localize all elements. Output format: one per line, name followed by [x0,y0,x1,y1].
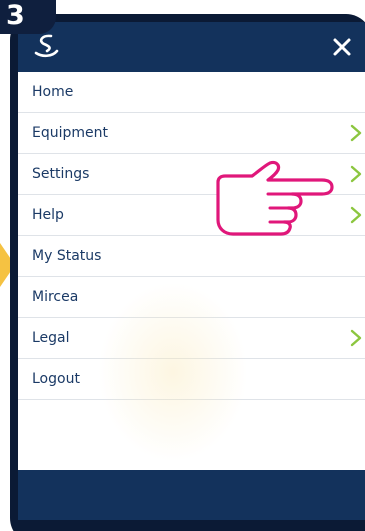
step-number-badge: 3 [0,0,56,34]
pointing-hand-icon [216,160,334,236]
menu-item-label: Legal [32,330,70,346]
menu-item-label: Help [32,207,64,223]
chevron-right-icon [350,206,362,224]
menu-item-mircea[interactable]: Mircea [18,277,365,318]
chevron-right-icon [350,329,362,347]
app-screen: Home Equipment Settings Help My Status M… [18,22,365,520]
menu-item-label: Equipment [32,125,108,141]
close-icon[interactable] [325,30,359,64]
main-menu: Home Equipment Settings Help My Status M… [18,72,365,400]
menu-item-label: Mircea [32,289,79,305]
swirl-logo-icon [34,34,59,58]
menu-item-logout[interactable]: Logout [18,359,365,400]
chevron-right-icon [350,165,362,183]
menu-item-label: Home [32,84,74,100]
menu-item-home[interactable]: Home [18,72,365,113]
tutorial-step: 3 Home Equipment Settings Help My Status… [0,0,365,531]
menu-item-equipment[interactable]: Equipment [18,113,365,154]
menu-item-label: Logout [32,371,80,387]
menu-header [18,22,365,72]
bottom-bar [18,470,365,520]
menu-item-legal[interactable]: Legal [18,318,365,359]
chevron-right-icon [350,124,362,142]
menu-item-label: Settings [32,166,90,182]
menu-item-label: My Status [32,248,102,264]
step-number: 3 [6,0,25,31]
menu-item-my-status[interactable]: My Status [18,236,365,277]
